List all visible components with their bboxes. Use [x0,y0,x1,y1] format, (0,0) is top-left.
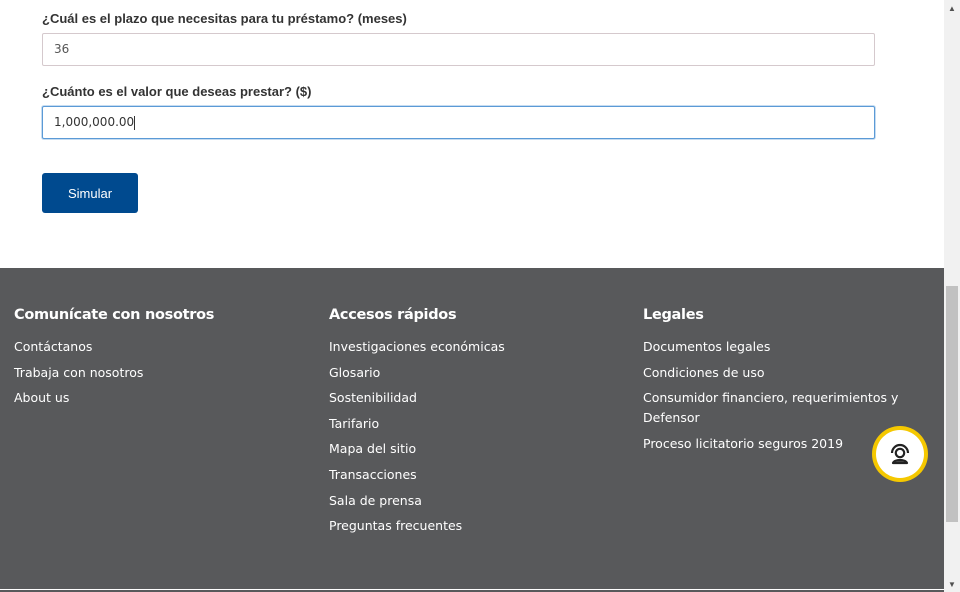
footer-link[interactable]: Sostenibilidad [329,388,505,408]
footer-link[interactable]: Tarifario [329,414,505,434]
term-label: ¿Cuál es el plazo que necesitas para tu … [42,11,407,26]
footer-column-legal: Legales Documentos legales Condiciones d… [643,307,913,459]
footer: Comunícate con nosotros Contáctanos Trab… [0,268,944,592]
scrollbar[interactable]: ▲ ▼ [944,0,960,592]
footer-link[interactable]: Contáctanos [14,337,214,357]
amount-label: ¿Cuánto es el valor que deseas prestar? … [42,84,312,99]
page: ¿Cuál es el plazo que necesitas para tu … [0,0,944,592]
footer-link[interactable]: Documentos legales [643,337,913,357]
footer-divider [0,589,944,590]
footer-column-contact: Comunícate con nosotros Contáctanos Trab… [14,307,214,414]
footer-link[interactable]: Condiciones de uso [643,363,913,383]
footer-link[interactable]: Trabaja con nosotros [14,363,214,383]
footer-link[interactable]: Investigaciones económicas [329,337,505,357]
footer-link[interactable]: Glosario [329,363,505,383]
footer-link[interactable]: Transacciones [329,465,505,485]
scroll-thumb[interactable] [946,286,958,522]
footer-link[interactable]: Sala de prensa [329,491,505,511]
term-input-value: 36 [54,42,70,56]
amount-input[interactable]: 1,000,000.00 [42,106,875,139]
term-input[interactable]: 36 [42,33,875,66]
scroll-up-icon[interactable]: ▲ [944,0,960,16]
footer-column-title: Accesos rápidos [329,307,457,323]
scroll-down-icon[interactable]: ▼ [944,576,960,592]
chat-button[interactable] [872,426,928,482]
simulate-button[interactable]: Simular [42,173,138,213]
footer-link[interactable]: Mapa del sitio [329,439,505,459]
footer-link[interactable]: Consumidor financiero, requerimientos y … [643,388,913,428]
chat-agent-icon [890,443,910,465]
footer-link[interactable]: About us [14,388,214,408]
footer-link[interactable]: Preguntas frecuentes [329,516,505,536]
footer-column-title: Comunícate con nosotros [14,307,215,323]
footer-column-title: Legales [643,307,704,323]
amount-input-value: 1,000,000.00 [54,115,135,129]
chat-button-inner [876,430,924,478]
footer-column-quick-access: Accesos rápidos Investigaciones económic… [329,307,505,542]
text-caret [134,115,136,130]
